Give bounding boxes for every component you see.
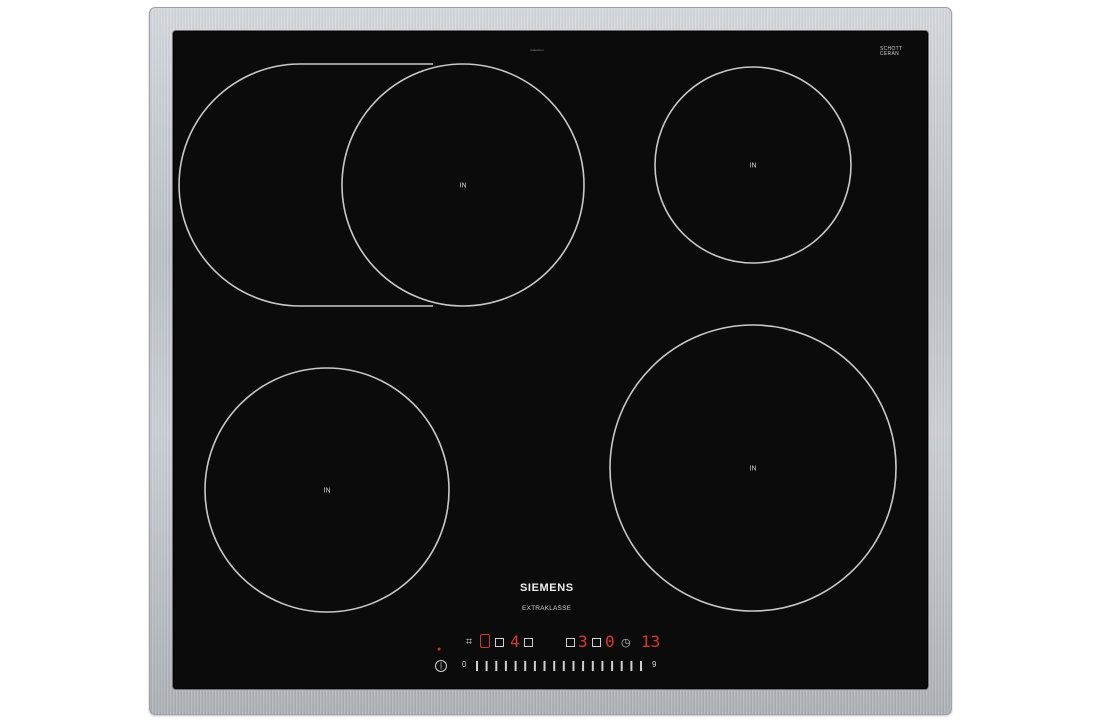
glass-maker-logo: SCHOTT CERAN — [880, 47, 902, 57]
timer-icon[interactable]: ◷ — [621, 636, 631, 649]
top-mark: induction — [530, 48, 544, 52]
slider-tick[interactable] — [543, 661, 546, 671]
power-level-display: 4 — [510, 632, 520, 651]
brand-logo: SIEMENS — [520, 582, 574, 594]
glass-maker-line2: CERAN — [880, 51, 900, 57]
slider-tick[interactable] — [514, 661, 517, 671]
zone-select-icon[interactable] — [495, 638, 504, 647]
pan-icon[interactable]: ⌗ — [466, 636, 472, 649]
slider-tick[interactable] — [533, 661, 536, 671]
zone-level-display-2: 0 — [605, 632, 615, 651]
zone-label-rear-right: IN — [749, 162, 757, 170]
flex-zone-outline — [178, 63, 433, 307]
slider-tick[interactable] — [562, 661, 565, 671]
slider-tick[interactable] — [495, 661, 498, 671]
slider-tick[interactable] — [504, 661, 507, 671]
timer-display: 13 — [641, 632, 661, 651]
slider-tick[interactable] — [524, 661, 527, 671]
slider-tick[interactable] — [591, 661, 594, 671]
zone-label-rear-left: IN — [459, 182, 467, 190]
slider-tick[interactable] — [553, 661, 556, 671]
zone-select-icon-2[interactable] — [524, 638, 533, 647]
slider-tick[interactable] — [572, 661, 575, 671]
cooking-zones — [178, 63, 897, 671]
slider-tick[interactable] — [582, 661, 585, 671]
power-slider[interactable] — [476, 661, 642, 671]
zone-level-display: 3 — [578, 632, 588, 651]
power-icon[interactable]: | — [435, 660, 447, 672]
zone-display-bracket — [480, 634, 490, 648]
slider-start-label: 0 — [462, 660, 467, 669]
slider-tick[interactable] — [485, 661, 488, 671]
zone-select-icon-3[interactable] — [566, 638, 575, 647]
slider-tick[interactable] — [601, 661, 604, 671]
slider-tick[interactable] — [630, 661, 633, 671]
zone-label-front-right: IN — [749, 465, 757, 473]
slider-tick[interactable] — [640, 661, 642, 671]
zone-select-icon-4[interactable] — [592, 638, 601, 647]
series-label: EXTRAKLASSE — [522, 605, 572, 612]
slider-tick[interactable] — [611, 661, 614, 671]
power-led: ● — [437, 646, 442, 653]
slider-tick[interactable] — [476, 661, 478, 671]
slider-end-label: 9 — [652, 660, 657, 669]
slider-tick[interactable] — [620, 661, 623, 671]
zone-label-front-left: IN — [323, 487, 331, 495]
